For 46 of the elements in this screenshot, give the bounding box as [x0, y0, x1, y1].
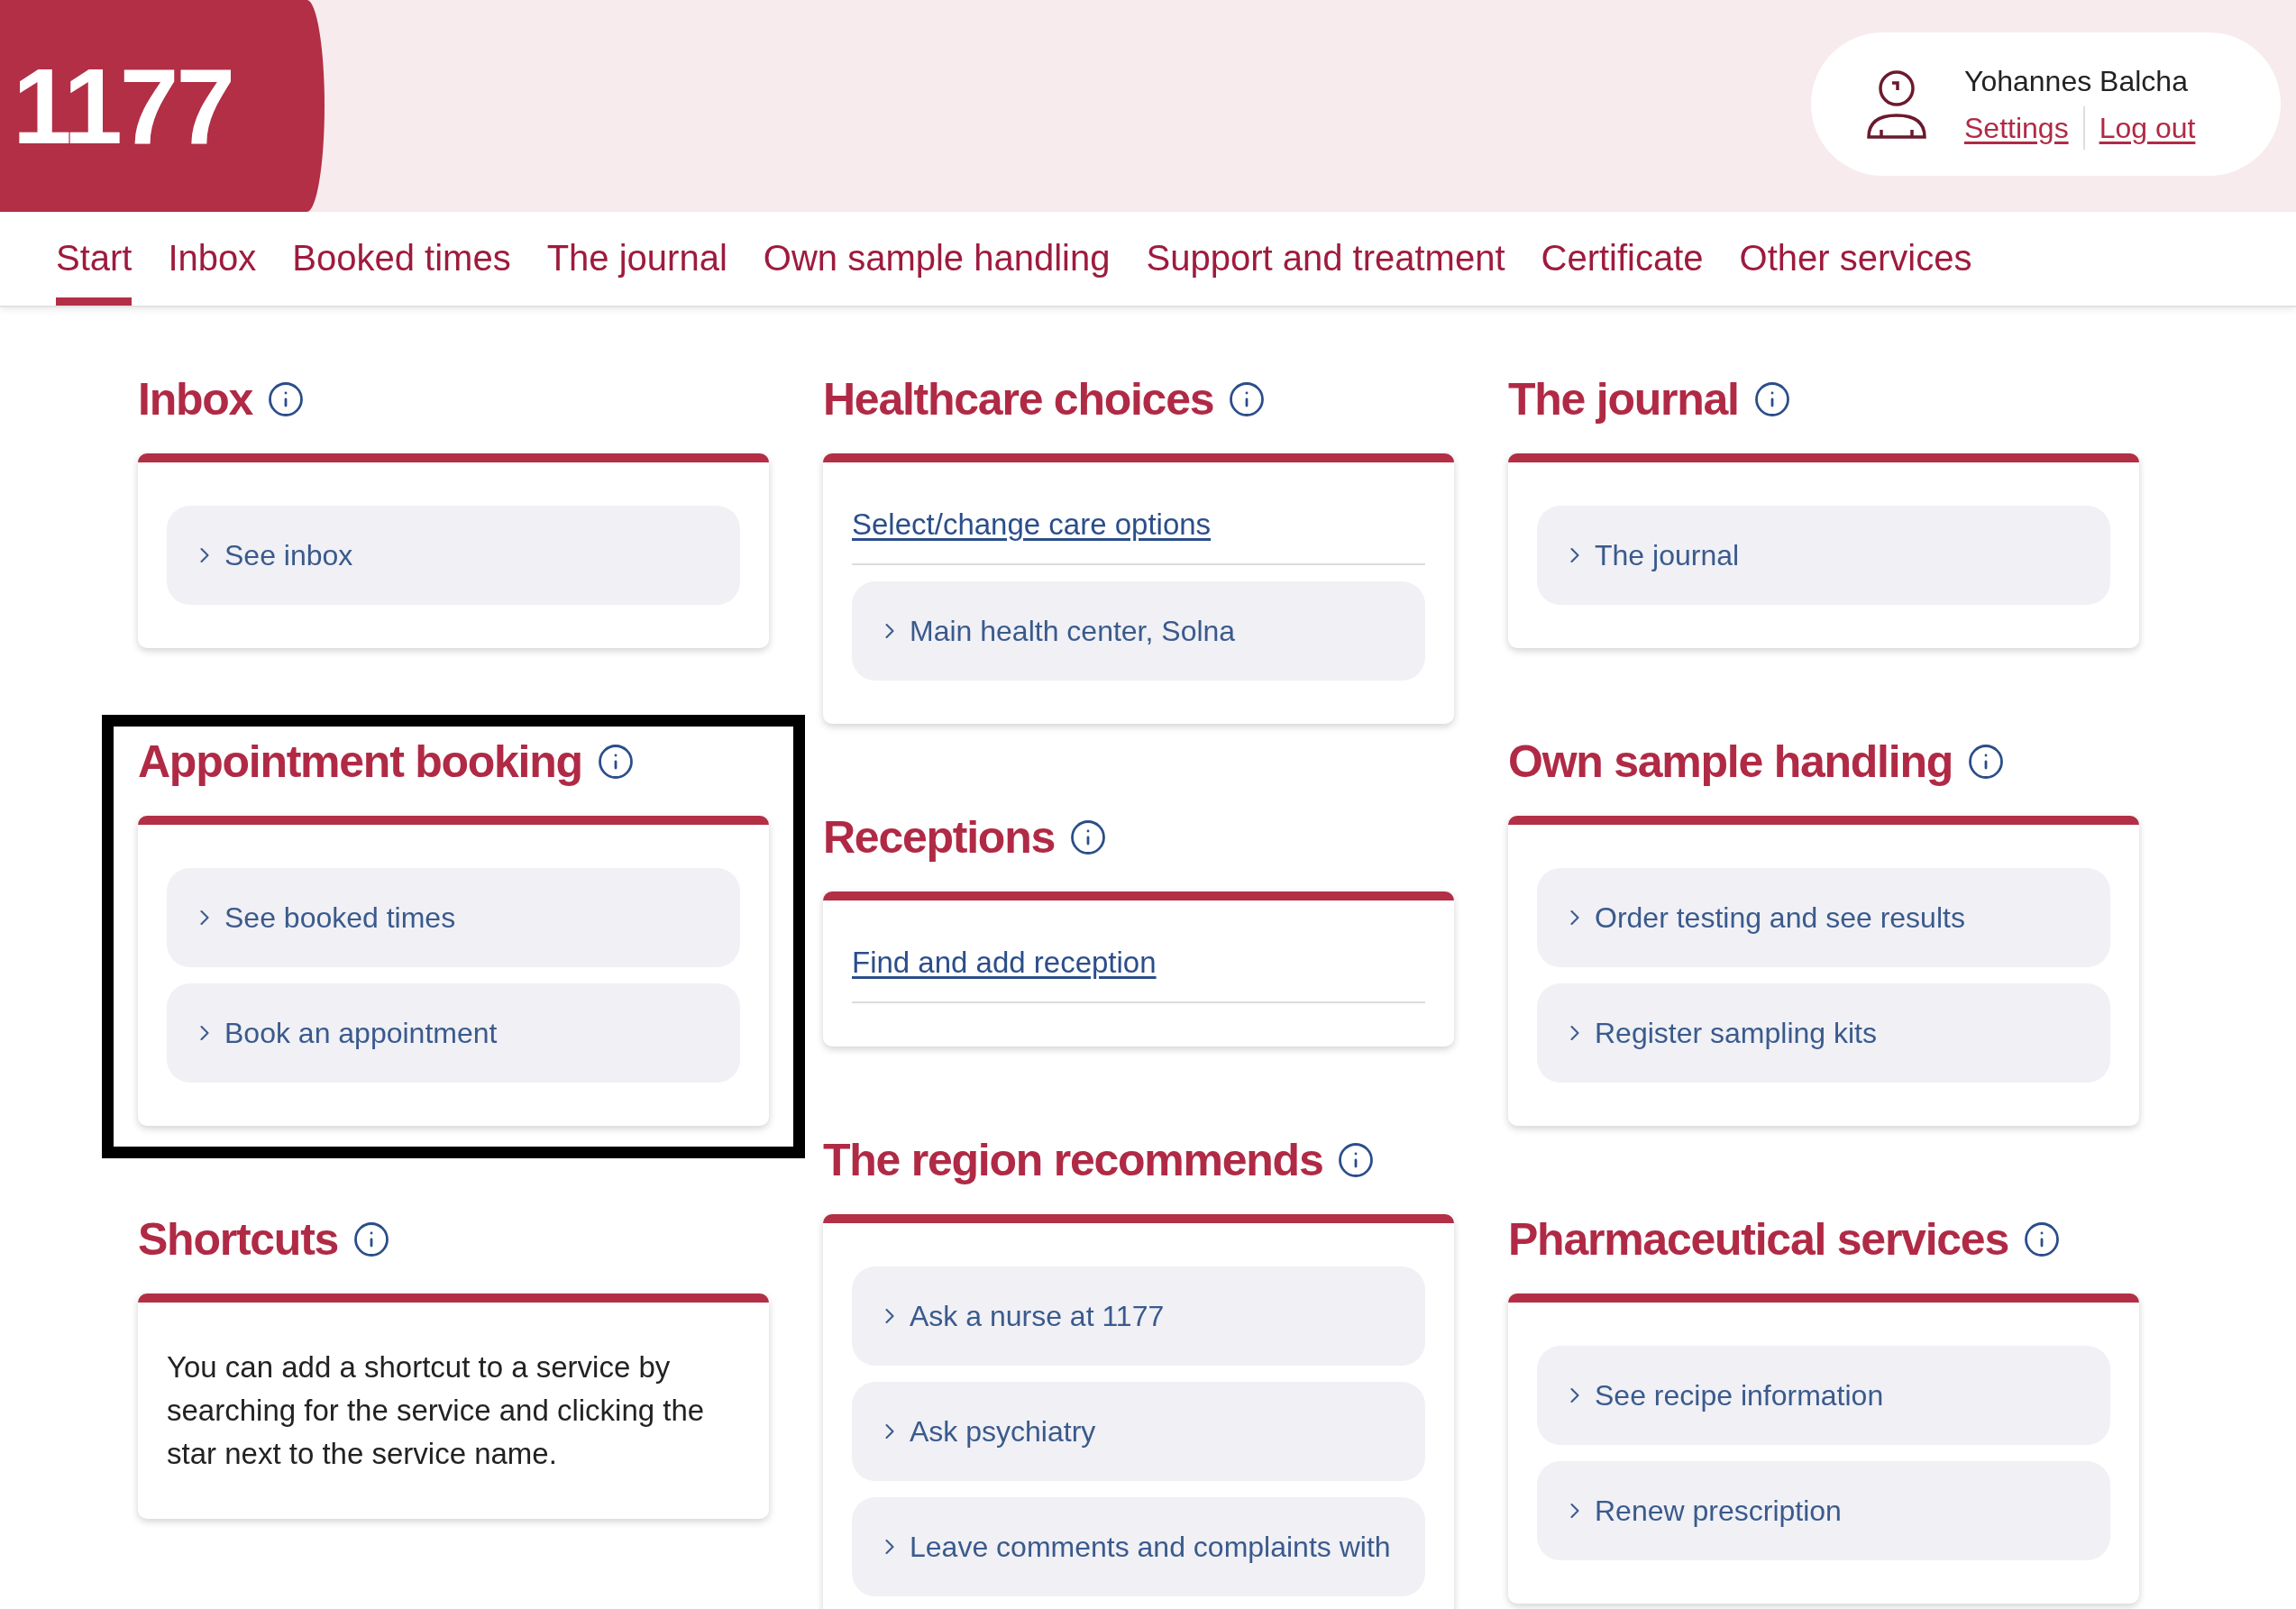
service-link-item[interactable]: See recipe information [1537, 1346, 2110, 1445]
user-name: Yohannes Balcha [1964, 63, 2189, 99]
section-heading: Shortcuts [138, 1213, 339, 1266]
info-paragraph: You can add a shortcut to a service by searching for the service and clicking the star next to the service name. [167, 1349, 706, 1472]
service-link-item[interactable]: Main health center, Solna [852, 581, 1425, 681]
service-link-item[interactable]: The journal [1537, 506, 2110, 605]
service-link-item[interactable]: Register sampling kits [1537, 983, 2110, 1083]
section-heading: Own sample handling [1508, 736, 1953, 789]
service-link-item[interactable]: Order testing and see results [1537, 868, 2110, 967]
info-icon[interactable] [1228, 380, 1267, 418]
info-icon[interactable] [2022, 1220, 2061, 1258]
service-link-item[interactable]: Ask psychiatry [852, 1382, 1425, 1481]
nav-tab[interactable]: Other services [1739, 212, 1972, 306]
service-link-item[interactable]: Book an appointment [167, 983, 740, 1083]
nav-tab[interactable]: Support and treatment [1146, 212, 1505, 306]
info-icon[interactable] [1967, 743, 2005, 781]
nav-tab[interactable]: The journal [546, 212, 727, 306]
service-link-item[interactable]: Ask a nurse at 1177 [852, 1266, 1425, 1366]
section-heading: The journal [1508, 373, 1739, 426]
account-link[interactable]: Settings [1964, 105, 2083, 150]
section-heading: Receptions [823, 811, 1055, 864]
info-icon[interactable] [267, 380, 306, 418]
info-icon[interactable] [352, 1220, 391, 1258]
service-link-item[interactable]: Renew prescription [1537, 1461, 2110, 1560]
logo[interactable]: 1177 [9, 40, 237, 172]
section-heading: Pharmaceutical services [1508, 1213, 2008, 1266]
info-icon[interactable] [1337, 1141, 1376, 1179]
info-icon[interactable] [1752, 380, 1791, 418]
section-heading: Inbox [138, 373, 253, 426]
nav-tab[interactable]: Certificate [1541, 212, 1704, 306]
user-icon [1865, 68, 1928, 141]
nav-tab[interactable]: Booked times [292, 212, 511, 306]
section-heading: Appointment booking [138, 736, 582, 789]
text-link[interactable]: Select/change care options [852, 507, 1212, 541]
info-icon[interactable] [1069, 818, 1107, 856]
section-heading: The region recommends [823, 1134, 1323, 1187]
nav-tab[interactable]: Start [56, 212, 133, 306]
info-icon[interactable] [596, 743, 635, 781]
service-link-item[interactable]: See inbox [167, 506, 740, 605]
nav-tab[interactable]: Own sample handling [763, 212, 1111, 306]
account-link[interactable]: Log out [2082, 105, 2196, 150]
service-link-item[interactable]: See booked times [167, 868, 740, 967]
section-heading: Healthcare choices [823, 373, 1214, 426]
service-link-item[interactable]: Leave comments and complaints with [852, 1497, 1425, 1596]
nav-tab[interactable]: Inbox [168, 212, 257, 306]
text-link[interactable]: Find and add reception [852, 946, 1157, 979]
